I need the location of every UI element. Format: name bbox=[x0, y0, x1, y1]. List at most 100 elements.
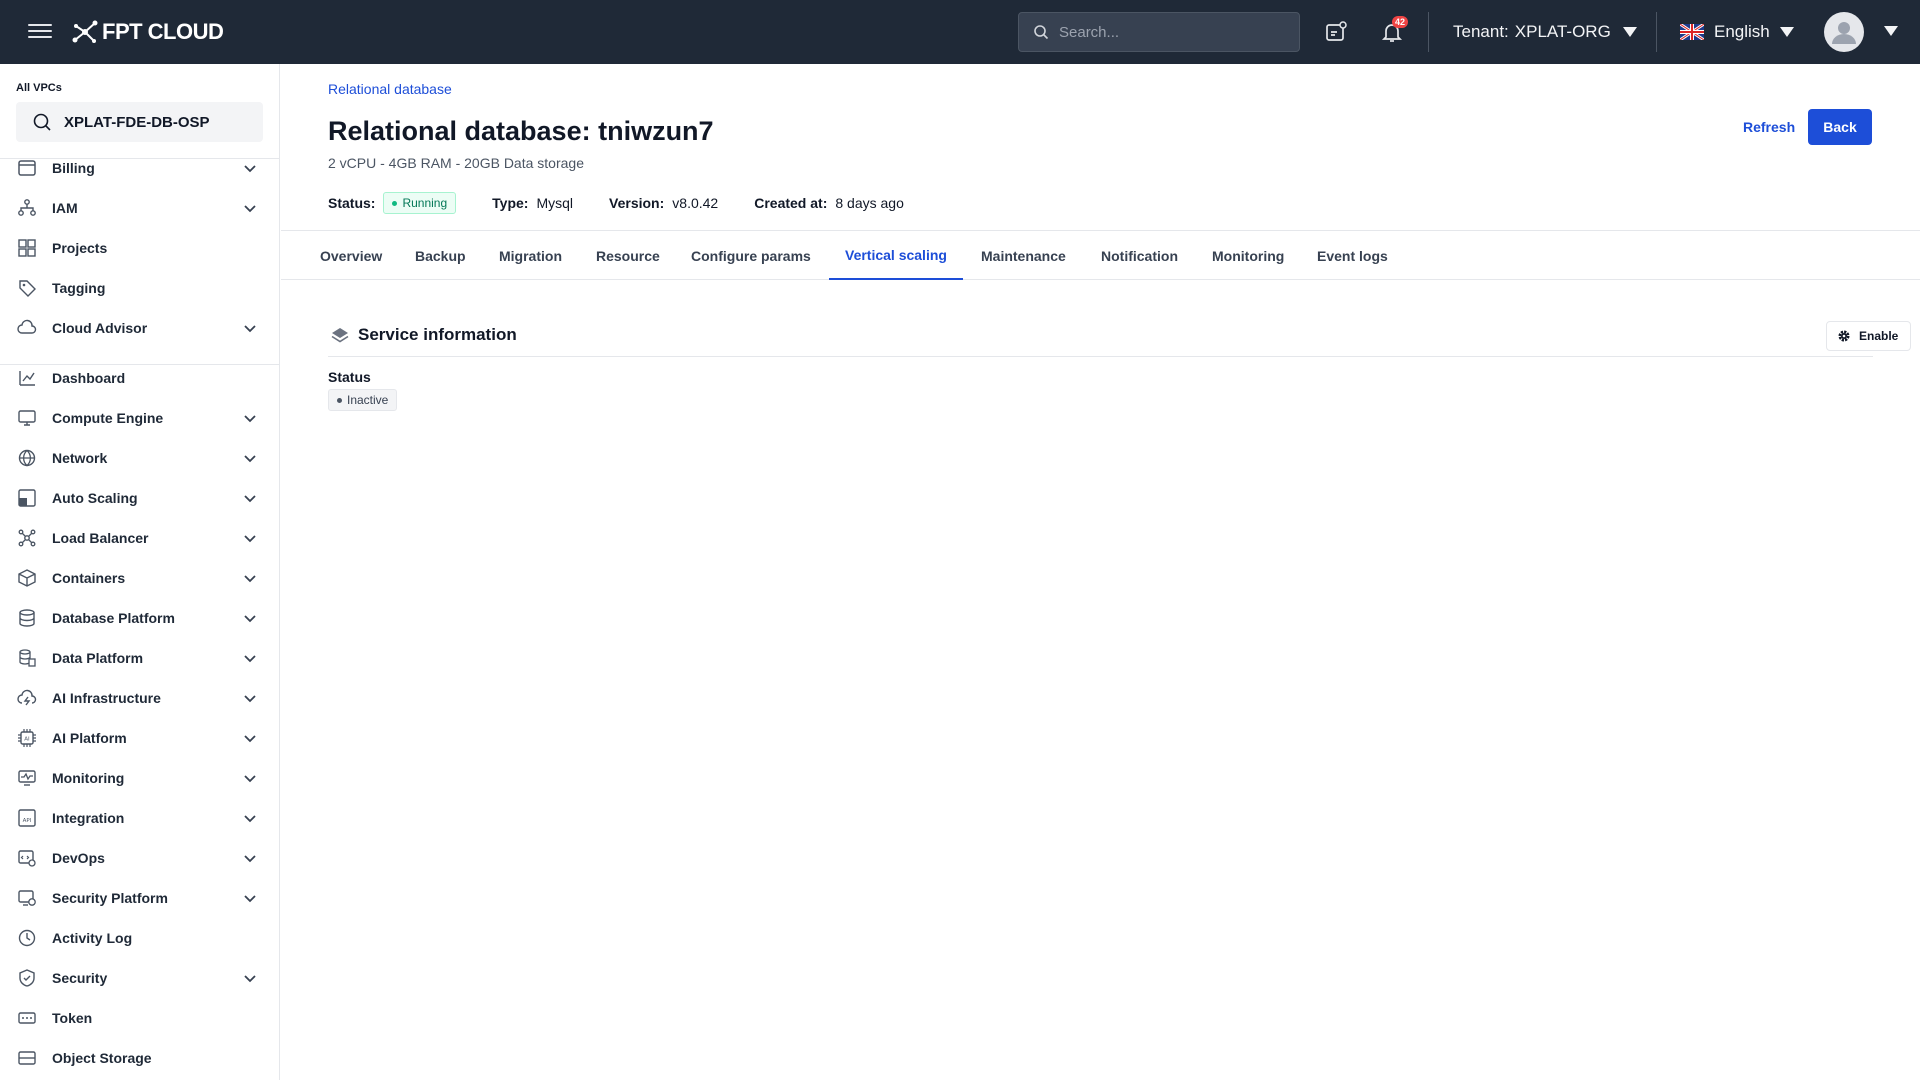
enable-button[interactable]: Enable bbox=[1826, 321, 1912, 351]
search-icon bbox=[33, 113, 51, 131]
containers-icon bbox=[18, 569, 36, 587]
tab-maintenance[interactable]: Maintenance bbox=[965, 231, 1082, 280]
menu-icon[interactable] bbox=[28, 20, 52, 44]
language-selector[interactable]: English bbox=[1680, 22, 1794, 42]
search-box[interactable] bbox=[1018, 12, 1300, 52]
database-icon bbox=[19, 609, 35, 627]
bell-icon[interactable]: 42 bbox=[1380, 16, 1409, 44]
avatar[interactable] bbox=[1824, 12, 1864, 52]
tab-vertical-scaling[interactable]: Vertical scaling bbox=[829, 231, 963, 280]
chevron-down-icon bbox=[244, 415, 256, 423]
uk-flag-icon bbox=[1680, 24, 1704, 40]
status-value: Running bbox=[402, 196, 448, 210]
chevron-down-icon bbox=[244, 975, 256, 983]
header-divider bbox=[1656, 12, 1657, 52]
tag-icon bbox=[19, 280, 36, 297]
sidebar-item-ai-platform[interactable]: AI AI Platform bbox=[0, 718, 279, 758]
fpt-cloud-logo[interactable]: FPT CLOUD bbox=[72, 18, 224, 46]
refresh-button[interactable]: Refresh bbox=[1731, 109, 1807, 145]
storage-icon bbox=[18, 1051, 36, 1065]
sidebar-item-label: Tagging bbox=[52, 280, 106, 296]
sidebar-item-label: Dashboard bbox=[52, 370, 126, 386]
api-icon: API bbox=[18, 809, 36, 827]
sidebar-item-security-platform[interactable]: Security Platform bbox=[0, 878, 279, 918]
sidebar-item-monitoring[interactable]: Monitoring bbox=[0, 758, 279, 798]
tab-monitoring[interactable]: Monitoring bbox=[1196, 231, 1300, 280]
data-platform-icon bbox=[19, 649, 36, 667]
tab-notification[interactable]: Notification bbox=[1085, 231, 1194, 280]
version-key: Version: bbox=[609, 195, 665, 211]
sidebar: All VPCs XPLAT-FDE-DB-OSP Billing IAM Proj… bbox=[0, 64, 280, 1080]
chevron-down-icon bbox=[244, 455, 256, 463]
chevron-down-icon bbox=[244, 535, 256, 543]
sidebar-item-label: Object Storage bbox=[52, 1050, 152, 1066]
support-icon[interactable] bbox=[1324, 20, 1348, 44]
sidebar-item-data-platform[interactable]: Data Platform bbox=[0, 638, 279, 678]
sidebar-item-label: Security bbox=[52, 970, 108, 986]
vpc-selector[interactable]: XPLAT-FDE-DB-OSP bbox=[16, 102, 263, 142]
chevron-down-icon bbox=[244, 735, 256, 743]
account-caret-icon[interactable] bbox=[1884, 26, 1898, 36]
auto-scaling-icon bbox=[18, 489, 36, 507]
back-button[interactable]: Back bbox=[1808, 109, 1872, 145]
shield-icon bbox=[19, 969, 35, 987]
sidebar-item-label: Monitoring bbox=[52, 770, 125, 786]
search-input[interactable] bbox=[1059, 23, 1289, 41]
tab-event-logs[interactable]: Event logs bbox=[1301, 231, 1404, 280]
sidebar-item-containers[interactable]: Containers bbox=[0, 558, 279, 598]
sidebar-item-label: Data Platform bbox=[52, 650, 144, 666]
sidebar-item-compute-engine[interactable]: Compute Engine bbox=[0, 398, 279, 438]
tab-configure-params[interactable]: Configure params bbox=[675, 231, 827, 280]
breadcrumb[interactable]: Relational database bbox=[328, 81, 452, 97]
chevron-down-icon bbox=[244, 575, 256, 583]
sidebar-item-billing[interactable]: Billing bbox=[0, 148, 279, 188]
clock-icon bbox=[18, 929, 36, 947]
tab-resource[interactable]: Resource bbox=[580, 231, 676, 280]
sidebar-item-iam[interactable]: IAM bbox=[0, 188, 279, 228]
status-badge: Running bbox=[383, 192, 457, 214]
top-navigation-bar: FPT CLOUD 42 Tenant: XPLAT-ORG English bbox=[0, 0, 1920, 64]
chevron-down-icon bbox=[244, 855, 256, 863]
sidebar-item-dashboard[interactable]: Dashboard bbox=[0, 358, 279, 398]
tab-backup[interactable]: Backup bbox=[399, 231, 482, 280]
sidebar-item-object-storage[interactable]: Object Storage bbox=[0, 1038, 279, 1078]
svg-text:API: API bbox=[23, 818, 32, 824]
security-platform-icon bbox=[18, 890, 36, 906]
service-status-badge: Inactive bbox=[328, 389, 398, 411]
sidebar-item-token[interactable]: Token bbox=[0, 998, 279, 1038]
sidebar-item-label: Network bbox=[52, 450, 108, 466]
language-caret-icon bbox=[1779, 27, 1794, 37]
chevron-down-icon bbox=[244, 615, 256, 623]
monitor-icon bbox=[18, 410, 36, 426]
sidebar-item-load-balancer[interactable]: Load Balancer bbox=[0, 518, 279, 558]
dashboard-icon bbox=[19, 371, 35, 386]
sidebar-item-database-platform[interactable]: Database Platform bbox=[0, 598, 279, 638]
sidebar-item-devops[interactable]: DevOps bbox=[0, 838, 279, 878]
cloud-advisor-icon bbox=[17, 319, 37, 334]
chevron-down-icon bbox=[244, 165, 256, 173]
sidebar-item-security[interactable]: Security bbox=[0, 958, 279, 998]
chevron-down-icon bbox=[244, 495, 256, 503]
type-value: Mysql bbox=[536, 195, 574, 211]
sidebar-item-ai-infrastructure[interactable]: AI Infrastructure bbox=[0, 678, 279, 718]
sidebar-item-label: DevOps bbox=[52, 850, 105, 866]
tenant-label: Tenant: bbox=[1453, 22, 1509, 41]
sidebar-item-integration[interactable]: API Integration bbox=[0, 798, 279, 838]
sidebar-item-label: IAM bbox=[52, 200, 78, 216]
sidebar-item-projects[interactable]: Projects bbox=[0, 228, 279, 268]
language-label: English bbox=[1714, 22, 1770, 41]
sidebar-item-tagging[interactable]: Tagging bbox=[0, 268, 279, 308]
sidebar-item-network[interactable]: Network bbox=[0, 438, 279, 478]
iam-icon bbox=[18, 199, 36, 216]
billing-icon bbox=[18, 160, 36, 176]
search-icon bbox=[1034, 25, 1049, 40]
sidebar-item-cloud-advisor[interactable]: Cloud Advisor bbox=[0, 308, 279, 348]
logo-mark-icon bbox=[72, 20, 98, 43]
tab-migration[interactable]: Migration bbox=[483, 231, 578, 280]
tab-overview[interactable]: Overview bbox=[304, 231, 398, 280]
tenant-selector[interactable]: Tenant: XPLAT-ORG bbox=[1453, 22, 1637, 42]
service-status-value: Inactive bbox=[347, 393, 389, 407]
sidebar-item-label: Compute Engine bbox=[52, 410, 164, 426]
sidebar-item-activity-log[interactable]: Activity Log bbox=[0, 918, 279, 958]
sidebar-item-auto-scaling[interactable]: Auto Scaling bbox=[0, 478, 279, 518]
